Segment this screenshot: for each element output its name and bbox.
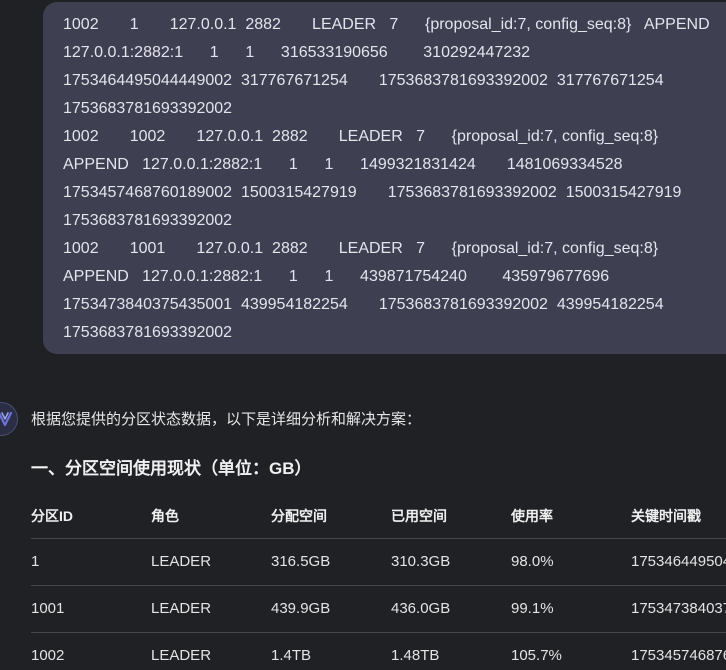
cell-used: 1.48TB xyxy=(391,647,440,664)
column-header-allocated: 分配空间 xyxy=(271,508,327,524)
table-row: 1001 LEADER 439.9GB 436.0GB 99.1% 175347… xyxy=(31,586,726,633)
user-message-line: 1002 1 127.0.0.1 2882 LEADER 7 {proposal… xyxy=(63,16,710,33)
user-message-line: 1753683781693392002 xyxy=(63,324,233,341)
column-header-used: 已用空间 xyxy=(391,508,447,524)
cell-role: LEADER xyxy=(151,600,212,617)
column-header-timestamp: 关键时间戳 xyxy=(631,508,701,524)
cell-used: 310.3GB xyxy=(391,553,451,570)
cell-usage-rate: 99.1% xyxy=(511,600,554,617)
cell-timestamp: 1753464495044449002 xyxy=(631,553,726,570)
cell-usage-rate: 98.0% xyxy=(511,553,554,570)
user-message-line: 1753457468760189002 1500315427919 175368… xyxy=(63,184,682,201)
table-row: 1002 LEADER 1.4TB 1.48TB 105.7% 17534574… xyxy=(31,633,726,670)
cell-timestamp: 1753473840375435001 xyxy=(631,600,726,617)
user-message-line: APPEND 127.0.0.1:2882:1 1 1 439871754240… xyxy=(63,268,610,285)
cell-partition-id: 1001 xyxy=(31,600,65,617)
assistant-avatar xyxy=(0,402,18,436)
chat-page: 1002 1 127.0.0.1 2882 LEADER 7 {proposal… xyxy=(0,0,726,670)
user-message-line: APPEND 127.0.0.1:2882:1 1 1 149932183142… xyxy=(63,156,623,173)
column-header-partition-id: 分区ID xyxy=(31,508,73,524)
section-heading: 一、分区空间使用现状（单位：GB） xyxy=(31,459,312,478)
cell-role: LEADER xyxy=(151,553,212,570)
user-message-line: 1002 1002 127.0.0.1 2882 LEADER 7 {propo… xyxy=(63,128,659,145)
cell-partition-id: 1002 xyxy=(31,647,65,664)
cell-partition-id: 1 xyxy=(31,553,40,570)
cell-used: 436.0GB xyxy=(391,600,451,617)
user-message-line: 1753683781693392002 xyxy=(63,100,233,117)
user-message-line: 1753683781693392002 xyxy=(63,212,233,229)
cell-usage-rate: 105.7% xyxy=(511,647,562,664)
user-message-line: 1753464495044449002 317767671254 1753683… xyxy=(63,72,664,89)
column-header-role: 角色 xyxy=(151,508,179,524)
table-row: 1 LEADER 316.5GB 310.3GB 98.0% 175346449… xyxy=(31,539,726,586)
cell-allocated: 1.4TB xyxy=(271,647,312,664)
user-message-line: 1753473840375435001 439954182254 1753683… xyxy=(63,296,664,313)
partition-usage-table: 分区ID 角色 分配空间 已用空间 使用率 关键时间戳 1 LEADER 316… xyxy=(31,494,726,670)
cell-allocated: 316.5GB xyxy=(271,553,331,570)
assistant-intro-text: 根据您提供的分区状态数据，以下是详细分析和解决方案： xyxy=(31,411,422,428)
column-header-usage-rate: 使用率 xyxy=(511,508,553,524)
cell-role: LEADER xyxy=(151,647,212,664)
user-message-bubble: 1002 1 127.0.0.1 2882 LEADER 7 {proposal… xyxy=(43,2,726,354)
table-header-row: 分区ID 角色 分配空间 已用空间 使用率 关键时间戳 xyxy=(31,494,726,539)
user-message-line: 127.0.0.1:2882:1 1 1 316533190656 310292… xyxy=(63,44,531,61)
cell-allocated: 439.9GB xyxy=(271,600,331,617)
user-message-line: 1002 1001 127.0.0.1 2882 LEADER 7 {propo… xyxy=(63,240,659,257)
assistant-logo-icon xyxy=(0,411,13,427)
cell-timestamp: 1753457468760189002 xyxy=(631,647,726,664)
